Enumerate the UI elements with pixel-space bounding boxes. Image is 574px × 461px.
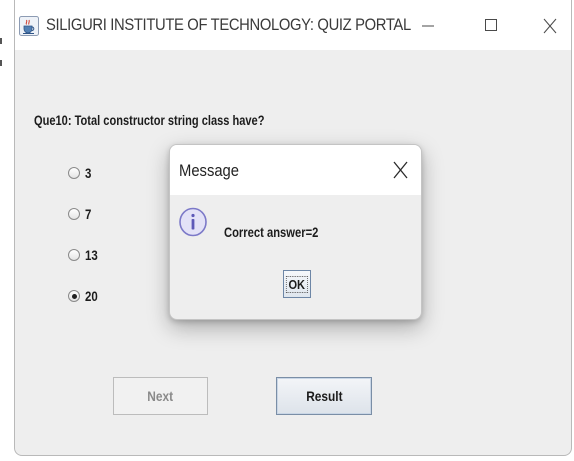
result-button[interactable]: Result [276, 377, 372, 415]
result-button-label: Result [305, 388, 343, 404]
maximize-button[interactable] [471, 8, 511, 44]
option-label: 3 [85, 165, 92, 181]
left-edge-mark-1 [0, 38, 2, 44]
option-label: 20 [85, 288, 98, 304]
left-edge-mark-2 [0, 60, 2, 66]
question-text: Que10: Total constructor string class ha… [34, 113, 265, 128]
option-label: 13 [85, 247, 98, 263]
option-radio[interactable] [68, 208, 80, 220]
window-title: SILIGURI INSTITUTE OF TECHNOLOGY: QUIZ P… [46, 15, 411, 34]
close-button[interactable] [530, 8, 570, 44]
option-label: 7 [85, 206, 92, 222]
option-radio[interactable] [68, 167, 80, 179]
ok-button[interactable]: OK [283, 270, 311, 298]
option-radio-selected[interactable] [68, 290, 80, 302]
minimize-button[interactable] [408, 8, 448, 44]
dialog-close-icon[interactable] [390, 159, 412, 181]
dialog-message: Correct answer=2 [224, 225, 319, 240]
dialog-title-bar[interactable]: Message [170, 145, 421, 195]
ok-button-label: OK [286, 275, 308, 293]
dialog-title: Message [179, 161, 240, 180]
option-13[interactable]: 13 [68, 246, 100, 264]
option-7[interactable]: 7 [68, 205, 93, 223]
next-button-label: Next [147, 388, 174, 404]
option-3[interactable]: 3 [68, 164, 93, 182]
information-icon [179, 207, 207, 237]
java-coffee-cup-icon [19, 16, 39, 36]
next-button[interactable]: Next [113, 377, 208, 415]
message-dialog: Message Correct answer=2 OK [169, 144, 422, 320]
option-radio[interactable] [68, 249, 80, 261]
title-bar[interactable]: SILIGURI INSTITUTE OF TECHNOLOGY: QUIZ P… [15, 0, 571, 50]
option-20[interactable]: 20 [68, 287, 100, 305]
